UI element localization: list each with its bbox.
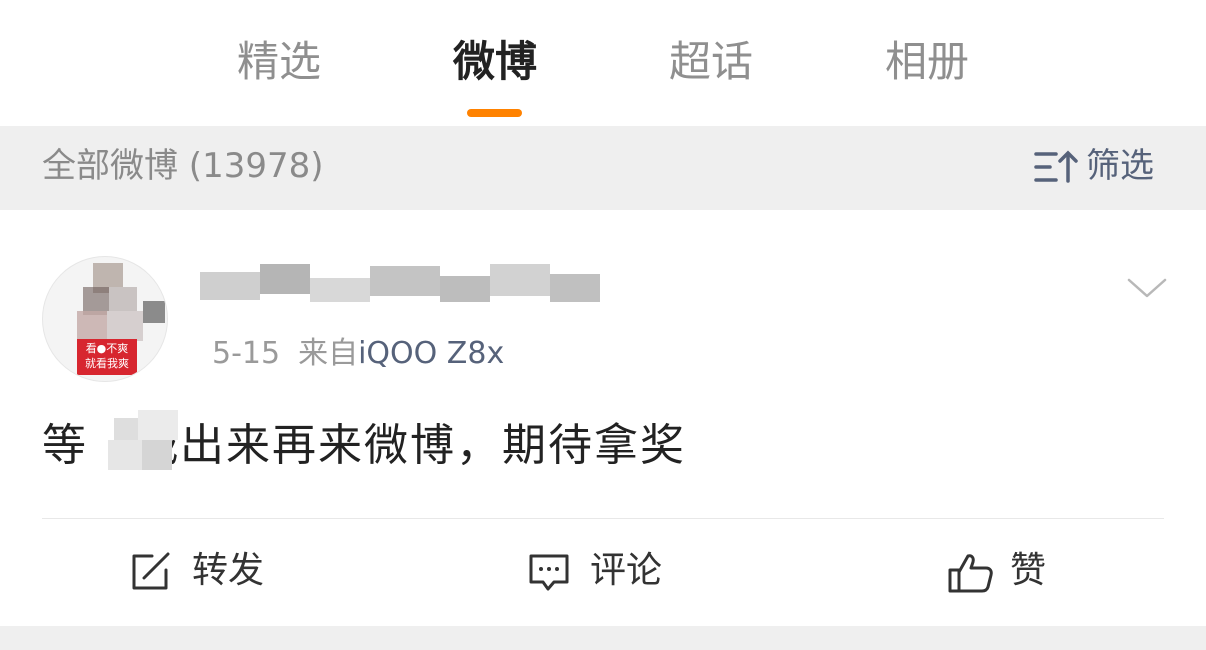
filter-bar: 全部微博 (13978) 筛选 [0, 126, 1206, 210]
username-redacted[interactable] [200, 256, 610, 306]
profile-tabs: 精选 微博 超话 相册 [0, 0, 1206, 126]
post-source-label: 来自 [298, 336, 359, 371]
comment-button[interactable]: 评论 [528, 546, 688, 596]
all-weibo-count: 全部微博 (13978) [42, 146, 324, 186]
post-meta: 5-15 来自iQOO Z8x [212, 334, 504, 374]
tab-weibo[interactable]: 微博 [450, 34, 540, 90]
weibo-profile-page: 精选 微博 超话 相册 全部微博 (13978) 筛选 看●不爽 就看我爽 5-… [0, 0, 1206, 650]
action-divider [42, 518, 1164, 519]
next-post-separator [0, 626, 1206, 650]
tab-album[interactable]: 相册 [882, 34, 972, 90]
post-date: 5-15 [212, 336, 281, 371]
repost-button[interactable]: 转发 [130, 546, 290, 596]
tab-featured[interactable]: 精选 [234, 34, 324, 90]
active-tab-indicator [467, 109, 522, 117]
chevron-down-icon[interactable] [1126, 272, 1168, 302]
filter-button[interactable]: 筛选 [1034, 138, 1174, 194]
post-source-device[interactable]: iQOO Z8x [358, 336, 504, 371]
repost-label: 转发 [192, 550, 265, 591]
comment-icon [529, 554, 569, 591]
filter-label: 筛选 [1086, 146, 1154, 186]
filter-sort-icon [1034, 150, 1078, 183]
weibo-post-card: 看●不爽 就看我爽 5-15来自iQOO Z8x 等 战出来再来微博，期待拿奖 [0, 210, 1206, 626]
avatar-badge: 看●不爽 就看我爽 [77, 339, 137, 375]
avatar[interactable]: 看●不爽 就看我爽 [42, 256, 168, 382]
like-button[interactable]: 赞 [948, 546, 1068, 596]
like-label: 赞 [1010, 550, 1047, 591]
thumbs-up-icon [948, 554, 993, 593]
comment-label: 评论 [590, 550, 663, 591]
repost-icon [132, 552, 170, 590]
tab-super-topic[interactable]: 超话 [666, 34, 756, 90]
content-redaction [108, 410, 184, 476]
